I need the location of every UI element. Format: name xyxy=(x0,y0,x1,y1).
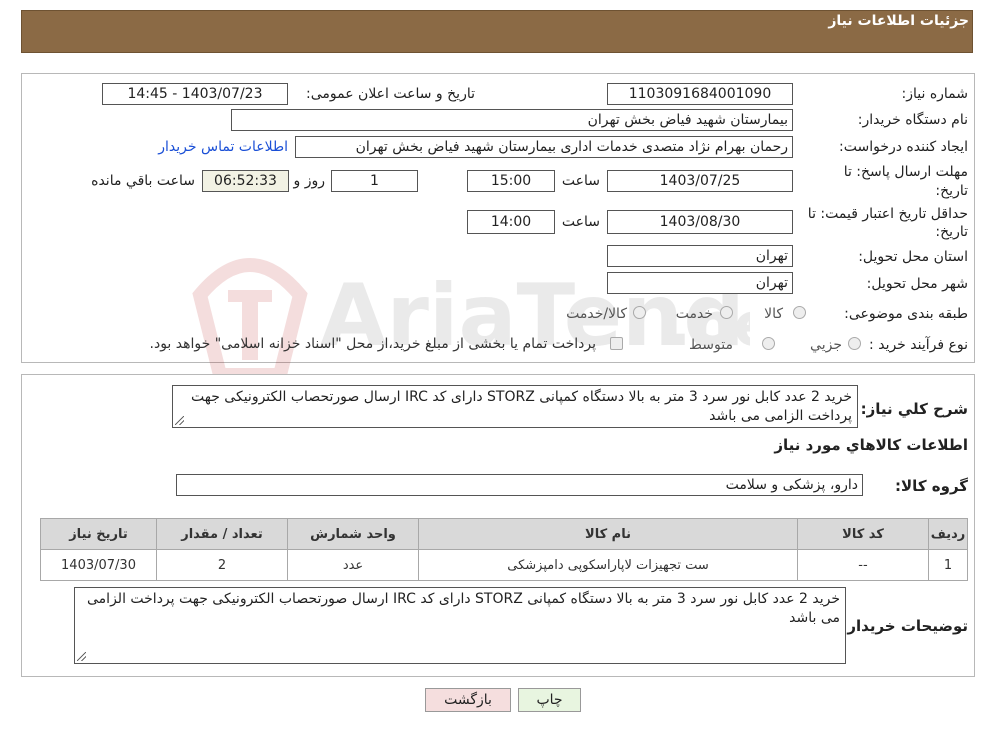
category-service-label: خدمت xyxy=(675,306,713,322)
category-goods-service-radio[interactable] xyxy=(633,306,646,319)
treasury-bonds-checkbox[interactable] xyxy=(610,337,623,350)
process-minor-label: جزیي xyxy=(810,337,842,353)
general-description-text: خرید 2 عدد کابل نور سرد 3 متر به بالا دس… xyxy=(191,389,852,424)
delivery-province-field: تهران xyxy=(607,245,793,267)
goods-table: ردیف کد کالا نام کالا واحد شمارش تعداد /… xyxy=(40,518,968,581)
announce-datetime-field: 1403/07/23 - 14:45 xyxy=(102,83,288,105)
purchase-process-label: نوع فرآیند خرید : xyxy=(869,337,968,353)
col-unit: واحد شمارش xyxy=(287,518,419,550)
delivery-province-label: استان محل تحویل: xyxy=(858,249,968,265)
remaining-days-field: 1 xyxy=(331,170,418,192)
buyer-notes-text: خرید 2 عدد کابل نور سرد 3 متر به بالا دس… xyxy=(87,591,840,626)
deadline-label-line2: تاریخ: xyxy=(935,183,968,199)
process-minor-radio[interactable] xyxy=(848,337,861,350)
cell-unit: عدد xyxy=(287,549,419,581)
delivery-city-field: تهران xyxy=(607,272,793,294)
need-number-label: شماره نیاز: xyxy=(901,86,969,102)
col-need-date: تاریخ نیاز xyxy=(40,518,157,550)
requester-label: ایجاد کننده درخواست: xyxy=(839,139,968,155)
category-goods-label: کالا xyxy=(764,306,783,322)
days-label: روز و xyxy=(293,173,326,189)
price-validity-time-field: 14:00 xyxy=(467,210,555,234)
need-number-field: 1103091684001090 xyxy=(607,83,793,105)
buyer-notes-textarea[interactable]: خرید 2 عدد کابل نور سرد 3 متر به بالا دس… xyxy=(74,587,846,664)
general-description-textarea[interactable]: خرید 2 عدد کابل نور سرد 3 متر به بالا دس… xyxy=(172,385,858,428)
deadline-date-field: 1403/07/25 xyxy=(607,170,793,192)
price-validity-label-line2: تاریخ: xyxy=(935,224,968,240)
goods-table-header: ردیف کد کالا نام کالا واحد شمارش تعداد /… xyxy=(40,518,968,550)
category-goods-radio[interactable] xyxy=(793,306,806,319)
process-medium-label: متوسط xyxy=(689,337,733,353)
announce-datetime-label: تاریخ و ساعت اعلان عمومی: xyxy=(306,86,475,102)
general-description-label: شرح کلي نیاز: xyxy=(860,400,968,418)
process-medium-radio[interactable] xyxy=(762,337,775,350)
back-button[interactable]: بازگشت xyxy=(425,688,511,712)
buyer-notes-label: توضیحات خریدار: xyxy=(841,617,968,635)
price-validity-time-label: ساعت xyxy=(561,214,600,230)
buyer-org-field: بیمارستان شهید فیاض بخش تهران xyxy=(231,109,793,131)
delivery-city-label: شهر محل تحویل: xyxy=(866,276,968,292)
col-goods-code: کد کالا xyxy=(797,518,929,550)
deadline-label: مهلت ارسال پاسخ: تا xyxy=(843,164,968,180)
buyer-contact-link[interactable]: اطلاعات تماس خریدار xyxy=(158,139,288,155)
remaining-time-label: ساعت باقي مانده xyxy=(91,173,195,189)
col-quantity: تعداد / مقدار xyxy=(156,518,288,550)
cell-goods-name: ست تجهیزات لاپاراسکوپی دامپزشکی xyxy=(418,549,798,581)
price-validity-date-field: 1403/08/30 xyxy=(607,210,793,234)
resize-grip-icon[interactable] xyxy=(175,416,184,425)
deadline-time-field: 15:00 xyxy=(467,170,555,192)
cell-goods-code: -- xyxy=(797,549,929,581)
col-row-number: ردیف xyxy=(928,518,968,550)
category-goods-service-label: کالا/خدمت xyxy=(566,306,627,322)
resize-grip-icon[interactable] xyxy=(77,652,86,661)
goods-info-title: اطلاعات کالاهاي مورد نیاز xyxy=(774,436,968,454)
treasury-bonds-note: پرداخت تمام یا بخشی از مبلغ خرید،از محل … xyxy=(149,336,596,352)
cell-quantity: 2 xyxy=(156,549,288,581)
print-button[interactable]: چاپ xyxy=(518,688,581,712)
category-service-radio[interactable] xyxy=(720,306,733,319)
goods-group-field: دارو، پزشکی و سلامت xyxy=(176,474,863,496)
remaining-time-field: 06:52:33 xyxy=(202,170,289,192)
price-validity-label: حداقل تاریخ اعتبار قیمت: تا xyxy=(807,206,968,222)
goods-group-label: گروه کالا: xyxy=(895,477,968,495)
requester-field: رحمان بهرام نژاد متصدی خدمات اداری بیمار… xyxy=(295,136,793,158)
cell-need-date: 1403/07/30 xyxy=(40,549,157,581)
page-title: جزئیات اطلاعات نیاز xyxy=(828,13,969,29)
buyer-org-label: نام دستگاه خریدار: xyxy=(857,112,968,128)
col-goods-name: نام کالا xyxy=(418,518,798,550)
cell-row-number: 1 xyxy=(928,549,968,581)
table-row: 1 -- ست تجهیزات لاپاراسکوپی دامپزشکی عدد… xyxy=(40,549,968,581)
deadline-time-label: ساعت xyxy=(561,173,600,189)
category-label: طبقه بندی موضوعی: xyxy=(844,306,968,322)
